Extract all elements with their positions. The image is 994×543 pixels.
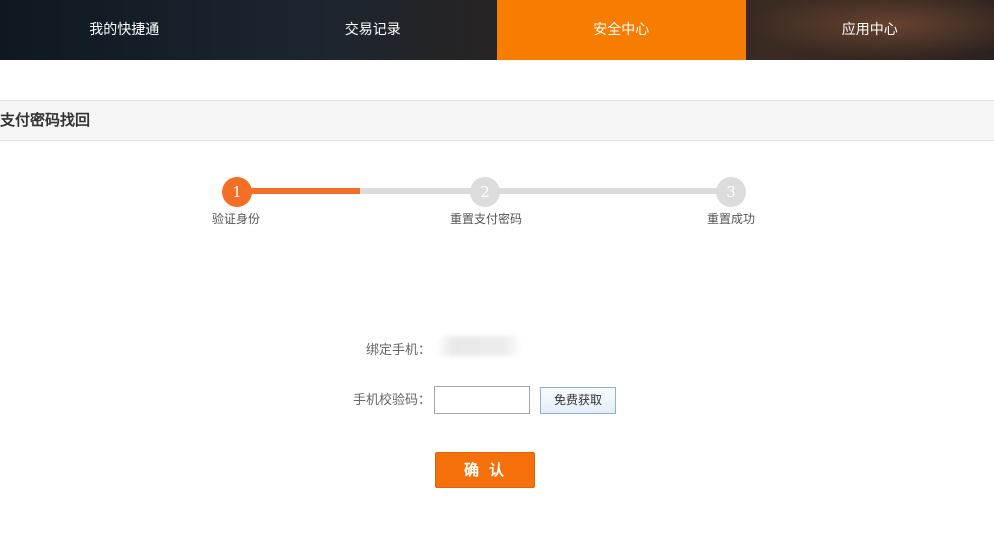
verification-code-label: 手机校验码： — [352, 393, 431, 408]
nav-item-security-center[interactable]: 安全中心 — [497, 0, 746, 60]
section-title: 支付密码找回 — [0, 100, 994, 141]
verification-code-input[interactable] — [434, 386, 530, 414]
nav-item-my-quickpass[interactable]: 我的快捷通 — [0, 0, 249, 60]
top-navigation: 我的快捷通 交易记录 安全中心 应用中心 — [0, 0, 994, 60]
nav-item-transactions[interactable]: 交易记录 — [249, 0, 498, 60]
step-2-label: 重置支付密码 — [449, 212, 522, 226]
step-3-circle: 3 — [716, 177, 746, 207]
masked-phone-number — [436, 336, 522, 356]
progress-fill — [237, 188, 360, 194]
nav-item-app-center[interactable]: 应用中心 — [746, 0, 994, 60]
step-1-circle: 1 — [222, 177, 252, 207]
step-1-label: 验证身份 — [211, 212, 260, 226]
confirm-button[interactable]: 确认 — [435, 452, 535, 488]
get-code-button[interactable]: 免费获取 — [540, 387, 616, 414]
step-3-label: 重置成功 — [706, 212, 755, 226]
step-2-circle: 2 — [470, 177, 500, 207]
bound-phone-label: 绑定手机： — [365, 343, 431, 358]
